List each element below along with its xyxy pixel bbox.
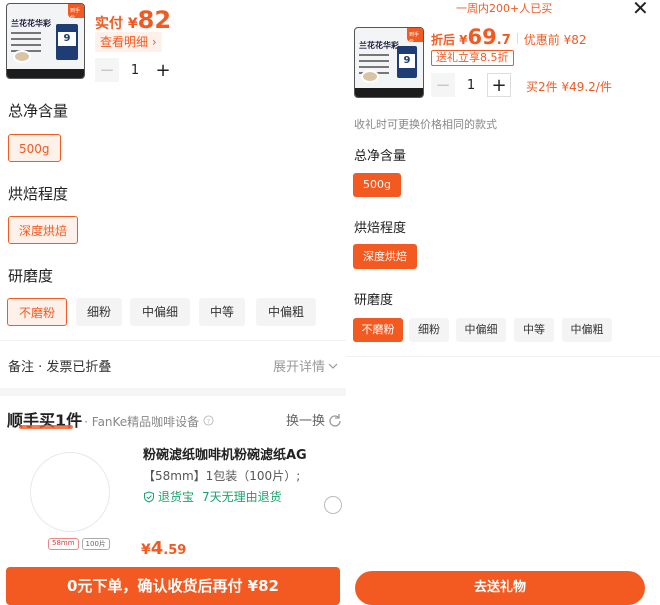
grind-option-medium-fine[interactable]: 中偏细 [456, 318, 506, 342]
weekly-sales-note: 一周内200+人已买 [456, 2, 553, 15]
grind-option-whole-bean[interactable]: 不磨粉 [353, 318, 403, 342]
bundle-item-title[interactable]: 粉碗滤纸咖啡机粉碗滤纸AG [143, 444, 307, 463]
grind-label: 研磨度 [354, 293, 394, 308]
guarantee-text: 7天无理由退货 [202, 490, 282, 504]
bulk-price-note: 买2件 ¥49.2/件 [526, 80, 612, 94]
quantity-minus-button[interactable]: − [95, 58, 119, 82]
refresh-icon [329, 413, 341, 427]
size-label: 58mm [48, 538, 79, 550]
swap-label: 换一换 [286, 414, 326, 429]
thumbnail-bag-number: 9 [63, 33, 71, 44]
expand-details-label: 展开详情 [273, 360, 326, 375]
paid-price-prefix: 实付 ¥ [95, 16, 138, 32]
grind-label: 研磨度 [8, 267, 54, 285]
thumbnail-title: 兰花花华彩 [11, 19, 51, 28]
bundle-item-spec: 【58mm】1包装（100片）; [143, 469, 301, 483]
grind-option-medium-fine[interactable]: 中偏细 [130, 298, 190, 326]
quantity-stepper: − 1 + [431, 73, 511, 97]
thumbnail-title: 兰花花华彩 [359, 41, 399, 50]
bundle-subtitle: · FanKe精品咖啡设备 [84, 415, 200, 429]
roast-option-dark[interactable]: 深度烘焙 [353, 244, 417, 269]
roast-option-dark[interactable]: 深度烘焙 [8, 216, 79, 244]
remark-invoice-label: 备注 · 发票已折叠 [8, 360, 112, 375]
return-guarantee: 退货宝 7天无理由退货 [143, 488, 282, 505]
chevron-down-icon [328, 363, 338, 369]
net-content-label: 总净含量 [354, 149, 407, 164]
paid-price-value: 82 [137, 6, 172, 34]
roast-label: 烘焙程度 [8, 185, 69, 203]
net-content-option-500g[interactable]: 500g [353, 173, 401, 197]
grind-option-medium[interactable]: 中等 [514, 318, 554, 342]
discount-price: 折后 ¥ 69 .7 优惠前 ¥82 [431, 25, 586, 49]
shield-check-icon [144, 490, 154, 503]
grind-option-medium-coarse[interactable]: 中偏粗 [256, 298, 316, 326]
quantity-minus-button[interactable]: − [431, 73, 455, 97]
discount-price-prefix: 折后 ¥ [431, 33, 468, 47]
close-icon[interactable]: ✕ [632, 0, 649, 20]
paid-price: 实付 ¥82 [95, 6, 171, 34]
svg-text:?: ? [207, 417, 210, 425]
quantity-stepper: − 1 + [95, 58, 175, 82]
bundle-price-symbol: ¥ [141, 542, 151, 558]
filter-paper-image [30, 452, 110, 532]
guarantee-badge: 退货宝 [158, 490, 195, 504]
exchange-hint: 收礼时可更换价格相同的款式 [354, 118, 497, 131]
grind-option-whole-bean[interactable]: 不磨粉 [7, 298, 67, 326]
bundle-price-dec: .59 [163, 543, 187, 558]
thumbnail-tag: 到手价 [409, 32, 420, 45]
gift-discount-badge: 送礼立享8.5折 [431, 50, 514, 66]
gift-panel: 一周内200+人已买 ✕ 兰花花华彩 9 到手价 折后 ¥ 69 .7 优惠前 … [346, 0, 660, 605]
expand-details-link[interactable]: 展开详情 [273, 356, 338, 375]
net-content-option-500g[interactable]: 500g [8, 134, 61, 162]
send-gift-button[interactable]: 去送礼物 [355, 571, 645, 605]
original-price-label: 优惠前 ¥82 [523, 33, 587, 47]
quantity-plus-button[interactable]: + [487, 73, 511, 97]
purchase-panel: 兰花花华彩 9 到手价 实付 ¥82 查看明细 › − 1 + 总净含量 500… [0, 0, 346, 605]
quantity-plus-button[interactable]: + [151, 58, 175, 82]
zero-pay-order-button[interactable]: 0元下单，确认收货后再付 ¥82 [6, 567, 340, 605]
bundle-price-int: 4 [150, 538, 164, 559]
discount-price-int: 69 [467, 25, 497, 49]
discount-price-dec: .7 [496, 33, 511, 48]
product-thumbnail: 兰花花华彩 9 到手价 [354, 27, 424, 98]
view-details-link[interactable]: 查看明细 › [95, 32, 162, 52]
count-label: 100片 [81, 538, 110, 550]
grind-option-medium-coarse[interactable]: 中偏粗 [562, 318, 612, 342]
net-content-label: 总净含量 [8, 102, 69, 120]
info-icon[interactable]: ? [203, 415, 214, 426]
thumbnail-bag-number: 9 [403, 55, 411, 66]
bundle-price: ¥ 4 .59 [141, 538, 186, 559]
thumbnail-tag: 到手价 [70, 8, 81, 21]
quantity-value[interactable]: 1 [455, 78, 487, 93]
bundle-select-radio[interactable] [324, 496, 342, 514]
grind-option-fine[interactable]: 细粉 [76, 298, 122, 326]
roast-label: 烘焙程度 [354, 221, 407, 236]
quantity-value[interactable]: 1 [119, 63, 151, 78]
product-thumbnail: 兰花花华彩 9 到手价 [6, 3, 85, 79]
grind-option-fine[interactable]: 细粉 [409, 318, 449, 342]
swap-button[interactable]: 换一换 [286, 410, 342, 429]
grind-option-medium[interactable]: 中等 [199, 298, 245, 326]
